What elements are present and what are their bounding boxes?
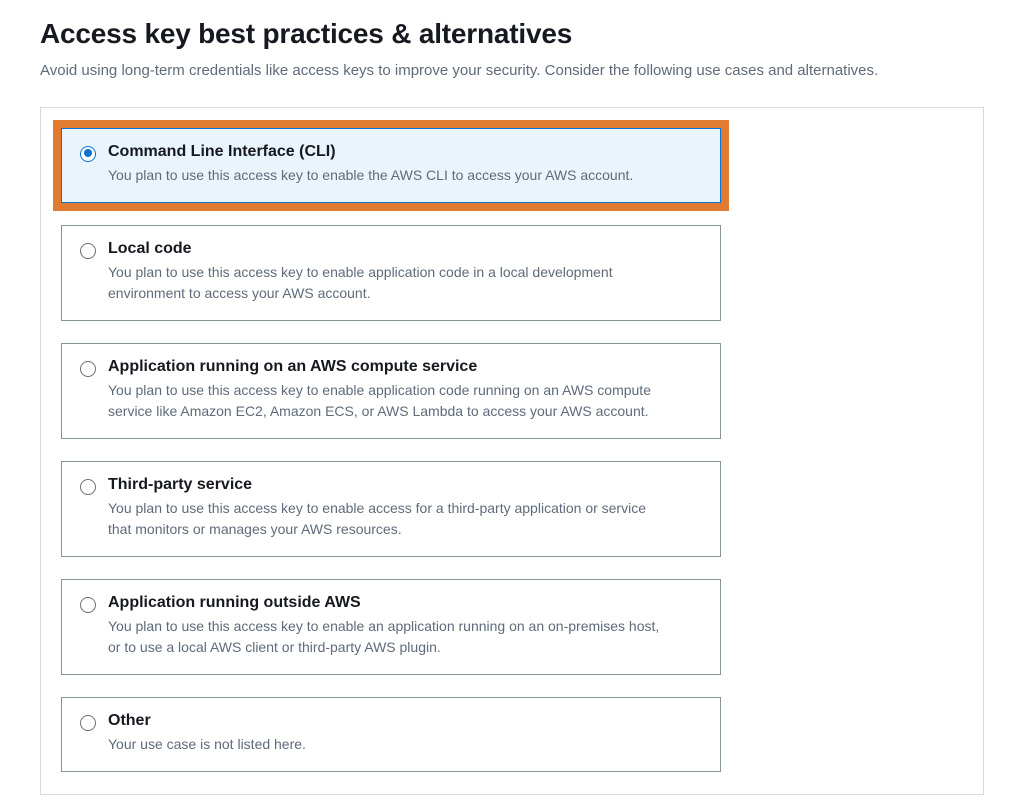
option-label: Application running on an AWS compute se… (108, 358, 702, 376)
page-root: Access key best practices & alternatives… (0, 0, 1024, 795)
radio-icon (80, 146, 96, 162)
option-description: You plan to use this access key to enabl… (108, 380, 668, 422)
option-description: You plan to use this access key to enabl… (108, 616, 668, 658)
option-cli[interactable]: Command Line Interface (CLI) You plan to… (61, 128, 721, 203)
option-description: You plan to use this access key to enabl… (108, 262, 668, 304)
radio-icon (80, 361, 96, 377)
option-label: Local code (108, 240, 702, 258)
option-other[interactable]: Other Your use case is not listed here. (61, 697, 721, 772)
radio-icon (80, 715, 96, 731)
option-third-party[interactable]: Third-party service You plan to use this… (61, 461, 721, 557)
option-label: Command Line Interface (CLI) (108, 143, 702, 161)
option-description: You plan to use this access key to enabl… (108, 498, 668, 540)
option-description: Your use case is not listed here. (108, 734, 668, 755)
radio-icon (80, 243, 96, 259)
option-outside-aws[interactable]: Application running outside AWS You plan… (61, 579, 721, 675)
highlight-annotation: Command Line Interface (CLI) You plan to… (61, 128, 721, 203)
option-aws-compute[interactable]: Application running on an AWS compute se… (61, 343, 721, 439)
page-title: Access key best practices & alternatives (40, 18, 984, 50)
option-label: Third-party service (108, 476, 702, 494)
option-local-code[interactable]: Local code You plan to use this access k… (61, 225, 721, 321)
option-label: Application running outside AWS (108, 594, 702, 612)
radio-icon (80, 597, 96, 613)
page-subtitle: Avoid using long-term credentials like a… (40, 60, 920, 83)
option-description: You plan to use this access key to enabl… (108, 165, 668, 186)
options-panel: Command Line Interface (CLI) You plan to… (40, 107, 984, 795)
radio-icon (80, 479, 96, 495)
option-label: Other (108, 712, 702, 730)
